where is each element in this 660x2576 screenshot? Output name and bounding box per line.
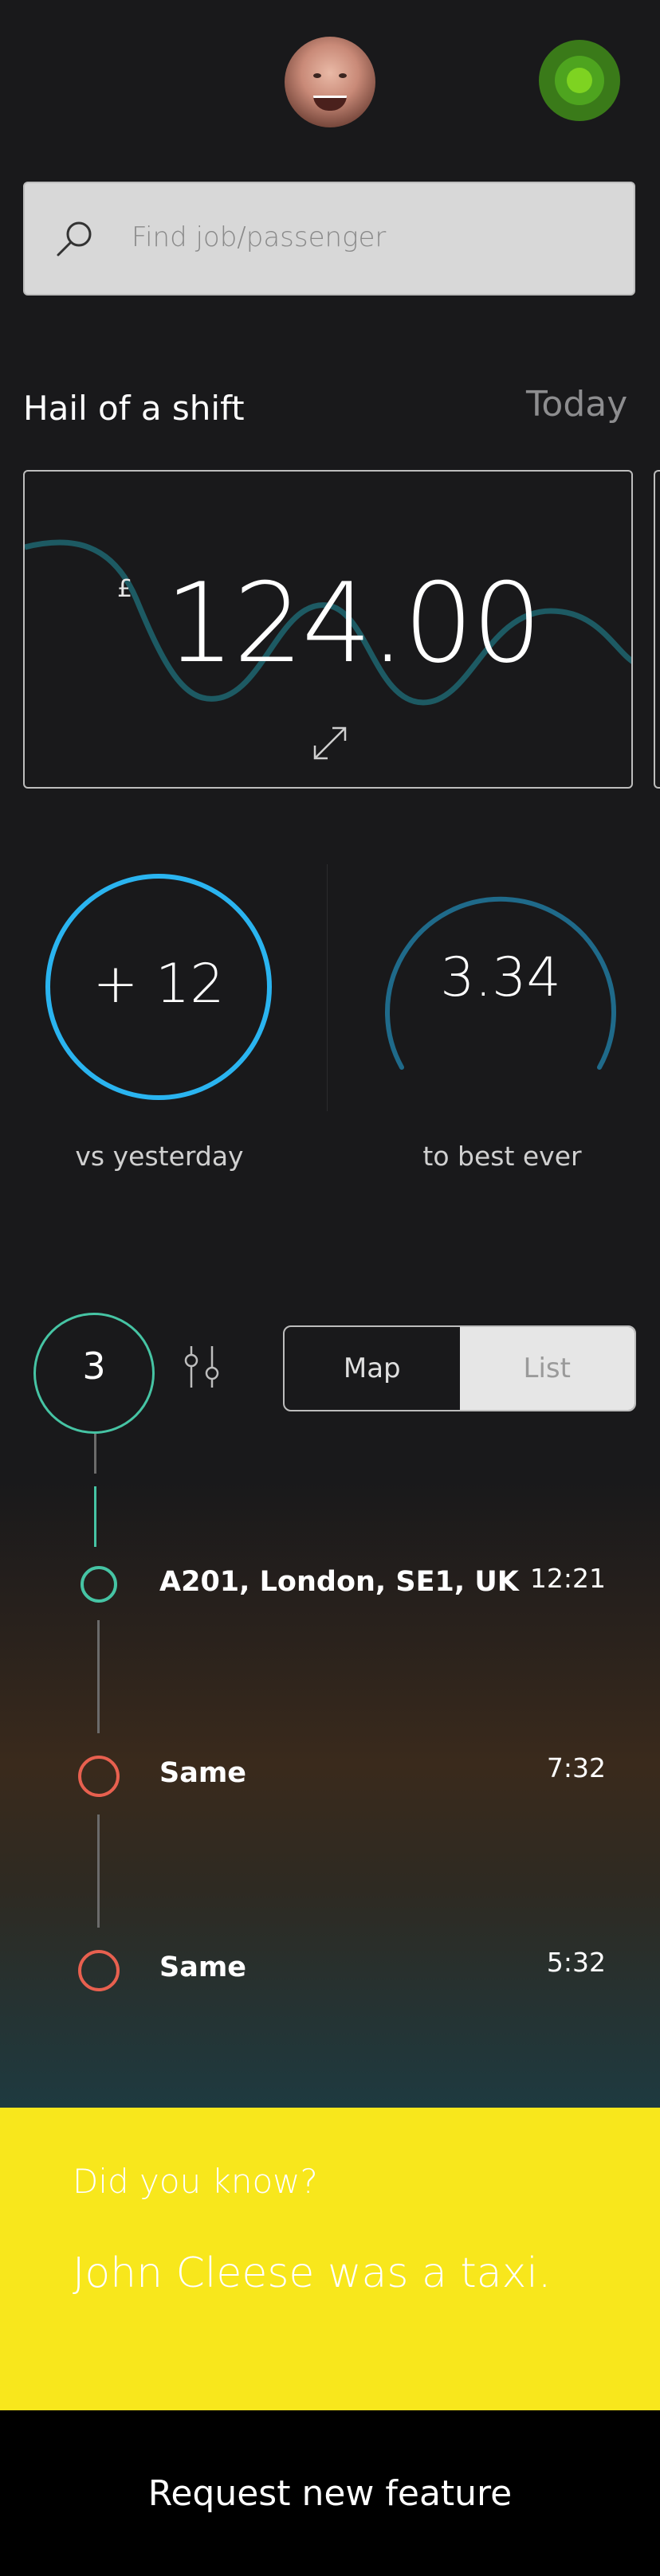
expand-icon[interactable] [310, 723, 350, 763]
did-you-know-fact: John Cleese was a taxi. [73, 2249, 552, 2297]
avatar-eye-right [339, 73, 347, 78]
job-status-dot [81, 1566, 117, 1603]
job-status-dot [78, 1950, 120, 1991]
job-time: 5:32 [546, 1947, 606, 1978]
did-you-know-title: Did you know? [73, 2162, 318, 2201]
next-card-peek[interactable] [654, 470, 660, 789]
avatar-mouth [313, 96, 347, 111]
job-time: 7:32 [546, 1752, 606, 1783]
search-input[interactable]: Find job/passenger [132, 221, 386, 253]
vs-yesterday-label: vs yesterday [75, 1141, 244, 1172]
shift-title: Hail of a shift [23, 389, 245, 428]
timeline-connector [94, 1434, 96, 1474]
job-address[interactable]: A201, London, SE1, UK [159, 1566, 519, 1598]
job-count: 3 [82, 1345, 106, 1388]
online-status-icon[interactable] [539, 40, 620, 121]
job-address[interactable]: Same [159, 1757, 246, 1789]
best-ever-value: 3.34 [440, 946, 561, 1009]
timeline-connector [97, 1815, 100, 1928]
filter-sliders-icon[interactable] [180, 1343, 225, 1391]
status-core [567, 68, 592, 93]
vs-yesterday-value: + 12 [92, 953, 225, 1016]
timeline-connector-active [94, 1486, 96, 1547]
best-ever-label: to best ever [422, 1141, 582, 1172]
avatar[interactable] [285, 37, 375, 127]
earnings-card[interactable]: £ 124.00 [23, 470, 633, 789]
list-view-tab[interactable]: List [459, 1327, 634, 1410]
stats-divider [327, 864, 328, 1111]
avatar-eye-left [313, 73, 321, 78]
job-status-dot [78, 1756, 120, 1797]
request-feature-button[interactable]: Request new feature [0, 2410, 660, 2576]
view-toggle[interactable]: Map List [283, 1325, 636, 1411]
period-selector[interactable]: Today [526, 384, 627, 425]
job-address[interactable]: Same [159, 1952, 246, 1983]
job-time: 12:21 [529, 1563, 606, 1594]
map-view-tab[interactable]: Map [285, 1327, 460, 1410]
did-you-know-banner: Did you know? John Cleese was a taxi. [0, 2108, 660, 2410]
request-feature-label: Request new feature [147, 2472, 513, 2514]
timeline-connector [97, 1620, 100, 1733]
search-icon [57, 221, 92, 256]
earnings-amount: 124.00 [165, 559, 542, 687]
currency-symbol: £ [117, 575, 133, 603]
search-bar[interactable]: Find job/passenger [23, 182, 635, 296]
